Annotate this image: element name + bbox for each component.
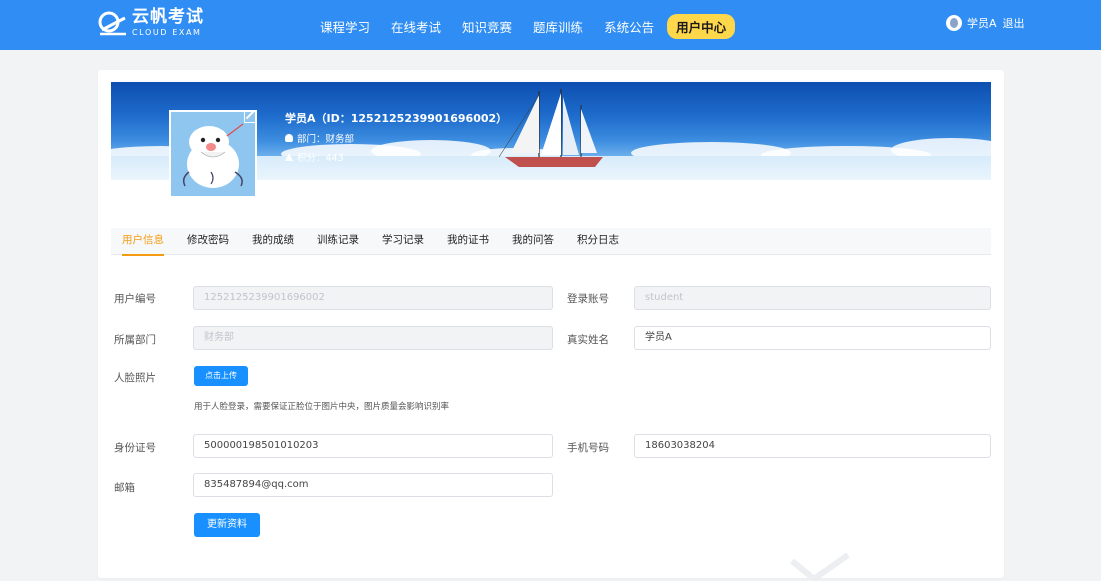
user-name[interactable]: 学员A xyxy=(967,15,997,31)
top-navbar: 云帆考试 CLOUD EXAM 课程学习 在线考试 知识竞赛 题库训练 系统公告… xyxy=(0,0,1101,50)
tab-study-records[interactable]: 学习记录 xyxy=(382,228,424,255)
login-account-field: student xyxy=(634,286,991,310)
profile-tabs: 用户信息 修改密码 我的成绩 训练记录 学习记录 我的证书 我的问答 积分日志 xyxy=(111,228,991,256)
face-photo-label: 人脸照片 xyxy=(114,372,156,384)
id-card-input[interactable]: 500000198501010203 xyxy=(193,434,553,458)
profile-department: 部门：财务部 xyxy=(297,134,355,145)
user-menu: 学员A 退出 xyxy=(946,15,1025,31)
nav-user-center[interactable]: 用户中心 xyxy=(667,14,736,39)
tab-training-records[interactable]: 训练记录 xyxy=(317,228,359,255)
id-card-label: 身份证号 xyxy=(114,442,156,454)
profile-heading: 学员A（ID：1252125239901696002） xyxy=(285,112,508,125)
tab-my-certificates[interactable]: 我的证书 xyxy=(447,228,489,255)
profile-summary: 学员A（ID：1252125239901696002） 部门：财务部 积分：44… xyxy=(285,110,507,164)
cloud-logo-icon xyxy=(98,11,126,36)
department-field: 财务部 xyxy=(193,326,553,350)
brand-subtitle: CLOUD EXAM xyxy=(132,28,202,37)
real-name-label: 真实姓名 xyxy=(567,334,609,346)
tab-user-info[interactable]: 用户信息 xyxy=(122,228,164,256)
main-nav: 课程学习 在线考试 知识竞赛 题库训练 系统公告 用户中心 xyxy=(312,14,740,39)
nav-online-exam[interactable]: 在线考试 xyxy=(383,14,449,39)
checkmark-watermark-icon xyxy=(790,553,850,581)
logout-link[interactable]: 退出 xyxy=(1003,15,1025,31)
login-account-label: 登录账号 xyxy=(567,293,609,305)
mobile-label: 手机号码 xyxy=(567,442,609,454)
tab-change-password[interactable]: 修改密码 xyxy=(187,228,229,255)
brand-title: 云帆考试 xyxy=(132,7,204,27)
points-icon xyxy=(285,153,293,161)
seal-mascot-icon xyxy=(182,123,244,188)
tab-points-log[interactable]: 积分日志 xyxy=(577,228,619,255)
brand-logo[interactable]: 云帆考试 CLOUD EXAM xyxy=(98,9,204,37)
email-label: 邮箱 xyxy=(114,482,135,494)
sailing-ship-icon xyxy=(499,89,603,167)
person-icon xyxy=(285,134,293,142)
update-profile-button[interactable]: 更新资料 xyxy=(194,513,260,537)
user-avatar-image xyxy=(169,110,257,198)
profile-points: 积分：443 xyxy=(297,153,344,164)
upload-photo-button[interactable]: 点击上传 xyxy=(194,366,248,386)
tab-my-qa[interactable]: 我的问答 xyxy=(512,228,554,255)
nav-announcements[interactable]: 系统公告 xyxy=(596,14,662,39)
nav-knowledge-contest[interactable]: 知识竞赛 xyxy=(454,14,520,39)
email-input[interactable]: 835487894@qq.com xyxy=(193,473,553,497)
mobile-input[interactable]: 18603038204 xyxy=(634,434,991,458)
profile-card: 学员A（ID：1252125239901696002） 部门：财务部 积分：44… xyxy=(98,70,1004,578)
nav-question-bank[interactable]: 题库训练 xyxy=(525,14,591,39)
face-photo-hint: 用于人脸登录，需要保证正脸位于图片中央，图片质量会影响识别率 xyxy=(194,402,450,412)
user-avatar-icon[interactable] xyxy=(946,15,962,31)
tab-my-scores[interactable]: 我的成绩 xyxy=(252,228,294,255)
real-name-input[interactable]: 学员A xyxy=(634,326,991,350)
user-no-field: 1252125239901696002 xyxy=(193,286,553,310)
nav-course-study[interactable]: 课程学习 xyxy=(312,14,378,39)
department-label: 所属部门 xyxy=(114,334,156,346)
edit-avatar-icon[interactable] xyxy=(244,111,256,123)
user-no-label: 用户编号 xyxy=(114,293,156,305)
